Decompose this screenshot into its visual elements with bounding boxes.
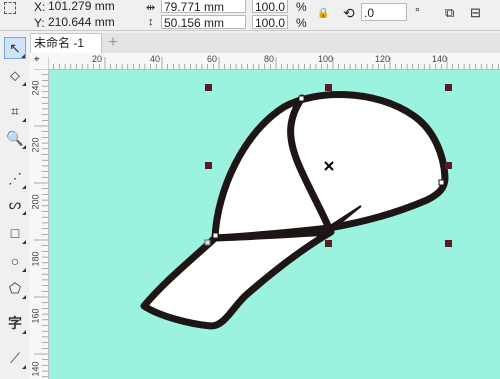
horizontal-ruler[interactable]: 20 40 60 80 100 120 140	[48, 53, 500, 70]
width-icon: ⇹	[146, 2, 156, 14]
ruler-left-label: 220	[30, 137, 41, 153]
percent-width: %	[296, 0, 307, 14]
tab-document-label: 未命名 -1	[34, 36, 85, 50]
vertical-ruler-ticks	[34, 69, 48, 378]
x-label: X:	[34, 0, 46, 14]
width-value: 79.771 mm	[164, 0, 225, 14]
scale-width-field[interactable]: 100.0	[252, 0, 288, 14]
lock-ratio-icon[interactable]: 🔒	[317, 8, 329, 19]
node-marker	[298, 95, 305, 102]
selection-handle-bottom-right[interactable]	[445, 240, 452, 247]
scale-width-value: 100.0	[255, 0, 286, 14]
y-position-value: 210.644 mm	[48, 15, 115, 29]
height-icon: ↕	[148, 16, 154, 28]
polygon-tool-icon[interactable]: ⬠	[4, 277, 26, 299]
rectangle-tool-icon[interactable]: □	[4, 222, 26, 244]
artistic-media-icon[interactable]: ᔕ	[4, 193, 26, 215]
ruler-top-label: 60	[207, 54, 218, 64]
node-marker	[438, 179, 445, 186]
y-label: Y:	[34, 16, 45, 30]
ruler-left-label: 240	[30, 80, 41, 96]
ruler-top-label: 120	[375, 54, 391, 64]
height-value: 50.156 mm	[164, 16, 225, 30]
connector-tool-icon[interactable]: ⟋	[4, 347, 26, 369]
cap-drawing	[140, 91, 449, 330]
scale-height-value: 100.0	[255, 16, 286, 30]
rotation-value: .0	[364, 6, 375, 20]
node-marker	[204, 239, 211, 246]
rotation-field[interactable]: .0	[361, 3, 407, 21]
selection-handle-middle-left[interactable]	[205, 162, 212, 169]
mirror-vertical-icon[interactable]: ⊟	[470, 5, 481, 21]
add-tab-button[interactable]: +	[106, 35, 120, 51]
property-bar: X: 101.279 mm Y: 210.644 mm ⇹ 79.771 mm …	[0, 0, 500, 31]
selection-handle-top-left[interactable]	[205, 84, 212, 91]
degree-symbol: °	[415, 5, 420, 19]
position-icon	[4, 2, 16, 14]
height-field[interactable]: 50.156 mm	[161, 15, 246, 30]
percent-height: %	[296, 16, 307, 30]
ruler-left-label: 140	[30, 361, 41, 377]
ruler-top-label: 100	[318, 54, 334, 64]
ruler-top-label: 80	[264, 54, 275, 64]
document-tab-bar: 未命名 -1 +	[30, 33, 500, 54]
tab-document[interactable]: 未命名 -1	[30, 33, 102, 53]
scale-height-field[interactable]: 100.0	[252, 15, 288, 30]
zoom-tool-icon[interactable]: 🔍	[4, 127, 26, 149]
ellipse-tool-icon[interactable]: ○	[4, 250, 26, 272]
selection-handle-bottom-center[interactable]	[325, 240, 332, 247]
selection-handle-top-right[interactable]	[445, 84, 452, 91]
ruler-top-label: 20	[92, 54, 103, 64]
x-position-value: 101.279 mm	[48, 0, 115, 13]
x-position-field[interactable]: 101.279 mm	[46, 0, 126, 13]
node-marker	[212, 232, 219, 239]
ruler-left-label: 160	[30, 308, 41, 324]
ruler-top-label: 40	[150, 54, 161, 64]
toolbox: ↖ ⬦ ⌗ 🔍 ⋰ ᔕ □ ○ ⬠ 字 ⟋	[0, 33, 31, 379]
ruler-origin-icon[interactable]: ⌖	[30, 53, 49, 70]
drawing-canvas[interactable]	[49, 70, 500, 379]
crop-tool-icon[interactable]: ⌗	[4, 100, 26, 122]
cap-brim-shape	[140, 228, 335, 330]
ruler-top-label: 140	[432, 54, 448, 64]
width-field[interactable]: 79.771 mm	[161, 0, 246, 14]
vertical-ruler[interactable]: 240 220 200 180 160 140	[30, 69, 49, 379]
ruler-left-label: 180	[30, 251, 41, 267]
selection-handle-top-center[interactable]	[325, 84, 332, 91]
shape-tool-icon[interactable]: ⬦	[4, 64, 26, 86]
y-position-field[interactable]: 210.644 mm	[46, 15, 126, 29]
text-tool-icon[interactable]: 字	[4, 312, 26, 334]
mirror-horizontal-icon[interactable]: ⧉	[445, 5, 454, 21]
rotate-icon: ⟲	[343, 5, 355, 21]
ruler-left-label: 200	[30, 194, 41, 210]
text-tool-glyph: 字	[8, 315, 22, 331]
selection-handle-middle-right[interactable]	[445, 162, 452, 169]
freehand-tool-icon[interactable]: ⋰	[4, 167, 26, 189]
pick-tool-icon[interactable]: ↖	[4, 37, 26, 59]
